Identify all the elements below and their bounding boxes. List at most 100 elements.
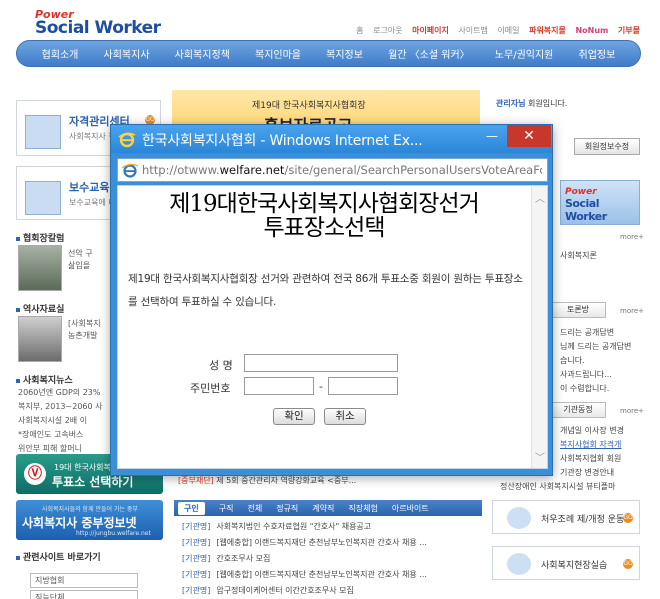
- nav-item-village[interactable]: 복지인마을: [255, 46, 301, 61]
- ordinance-campaign-banner[interactable]: 처우조례 제/개정 운동 GO: [492, 500, 640, 534]
- president-photo: [18, 245, 62, 291]
- utility-links: 홈 로그아웃 마이페이지 사이트맵 이메일 파워복지몰 NoNum 기부몰: [349, 25, 640, 36]
- history-photo: [18, 316, 62, 362]
- center-news-item[interactable]: [중부재단] 제 5회 중간관리자 역량강화교육 <중부...: [178, 475, 356, 486]
- document-icon: [25, 115, 61, 149]
- util-link-mall[interactable]: 파워복지몰: [529, 26, 566, 35]
- nav-item-policy[interactable]: 사회복지정책: [175, 46, 230, 61]
- go-icon[interactable]: GO: [623, 559, 633, 569]
- util-link-sitemap[interactable]: 사이트맵: [458, 26, 487, 35]
- login-status: 관리자님 회원입니다.: [496, 99, 568, 108]
- nav-item-magazine[interactable]: 월간 〈소셜 워커〉: [388, 46, 470, 61]
- resident-number-front-input[interactable]: [244, 377, 314, 395]
- util-link-home[interactable]: 홈: [356, 26, 363, 35]
- list-item[interactable]: *장애인도 고속버스: [18, 428, 118, 442]
- welfare-news-title[interactable]: 사회복지뉴스: [16, 373, 73, 386]
- list-item[interactable]: [기관명] 압구정데이케어센터 이간간호조무사 모집: [182, 583, 482, 599]
- address-bar[interactable]: http://otwww.welfare.net/site/general/Se…: [117, 158, 548, 182]
- list-item[interactable]: 습니다.: [560, 354, 631, 368]
- nav-item-about[interactable]: 협회소개: [42, 46, 79, 61]
- tab-debate[interactable]: 토론방: [550, 302, 606, 318]
- popup-content: 제19대한국사회복지사협회장선거 투표장소선택 제19대 한국사회복지사협회장 …: [117, 185, 548, 469]
- related-sites-title: 관련사이트 바로가기: [16, 550, 101, 563]
- books-icon: [25, 181, 61, 215]
- internet-explorer-icon: [118, 132, 136, 148]
- debate-list: 드리는 공개답변 님께 드리는 공개답변 습니다. 사과드립니다... 이 수렴…: [560, 326, 631, 396]
- list-item[interactable]: 사과드립니다...: [560, 368, 631, 382]
- window-titlebar[interactable]: 한국사회복지사협회 - Windows Internet Ex... — ✕: [111, 125, 552, 153]
- main-nav: 협회소개 사회복지사 사회복지정책 복지인마을 복지정보 월간 〈소셜 워커〉 …: [16, 40, 641, 67]
- list-item[interactable]: [기관명] 사회복지법인 수호자료협원 "간호사" 채용공고: [182, 519, 482, 535]
- list-item[interactable]: [기관명] [웹에충합] 이랜드복지재단 춘천남부노인복지관 간호사 채용 ...: [182, 535, 482, 551]
- list-item[interactable]: 2060년엔 GDP의 23%: [18, 386, 118, 400]
- nav-item-social-worker[interactable]: 사회복지사: [104, 46, 150, 61]
- tab-fulltime[interactable]: 정규직: [276, 503, 298, 514]
- name-input[interactable]: [244, 354, 398, 372]
- org-news-list: 개념일 이사장 변경 복지사협회 자격개 사회복지협회 회원 기관장 변경안내: [560, 424, 624, 480]
- list-item[interactable]: [기관명] [웹에충합] 이랜드복지재단 춘천남부노인복지관 간호사 채용 ...: [182, 567, 482, 583]
- confirm-button[interactable]: 확인: [273, 408, 315, 425]
- resident-number-back-input[interactable]: [328, 377, 398, 395]
- professional-group-select[interactable]: 직능단체: [30, 590, 138, 599]
- list-item[interactable]: 드리는 공개답변: [560, 326, 631, 340]
- jungbu-info-banner[interactable]: 사회복지사들의 함께 만들어 가는 중부 사회복지사 중부정보넷 http://…: [16, 500, 163, 540]
- url-text: http://otwww.welfare.net/site/general/Se…: [142, 163, 542, 177]
- list-item[interactable]: 님께 드리는 공개답변: [560, 340, 631, 354]
- practice-icon: [507, 553, 531, 575]
- go-icon[interactable]: GO: [623, 513, 633, 523]
- util-link-donation[interactable]: 기부몰: [618, 26, 640, 35]
- scroll-up-arrow-icon[interactable]: ︿: [535, 190, 545, 205]
- list-item[interactable]: 사회복지협회 회원: [560, 452, 624, 466]
- edit-member-info-button[interactable]: 회원정보수정: [574, 138, 640, 155]
- tab-job-offer[interactable]: 구인: [178, 501, 205, 515]
- minimize-button[interactable]: —: [479, 125, 505, 147]
- tab-parttime[interactable]: 아르바이트: [392, 503, 429, 514]
- more-link[interactable]: more+: [620, 307, 644, 315]
- list-item[interactable]: [기관명] 간호조무사 모집: [182, 551, 482, 567]
- list-item[interactable]: 복지사협회 자격개: [560, 438, 624, 452]
- scroll-down-arrow-icon[interactable]: ﹀: [535, 449, 545, 464]
- tab-job-seek[interactable]: 구직: [219, 503, 234, 514]
- list-item[interactable]: 이 수렴합니다.: [560, 382, 631, 396]
- util-link-logout[interactable]: 로그아웃: [373, 26, 402, 35]
- site-header: Power Social Worker 홈 로그아웃 마이페이지 사이트맵 이메…: [0, 0, 660, 40]
- power-social-worker-ad[interactable]: Power Social Worker: [560, 180, 640, 225]
- util-link-nonum[interactable]: NoNum: [575, 26, 608, 35]
- page-title: 제19대한국사회복지사협회장선거 투표장소선택: [169, 191, 480, 241]
- more-link[interactable]: more+: [620, 233, 644, 241]
- nav-item-labor[interactable]: 노무/권익지원: [495, 46, 554, 61]
- list-item[interactable]: 사회복지시설 2배 이: [18, 414, 118, 428]
- president-column-title[interactable]: 협회장칼럼: [16, 231, 64, 244]
- list-item[interactable]: 복지부, 2013~2060 사: [18, 400, 118, 414]
- more-link[interactable]: more+: [620, 407, 644, 415]
- tab-all[interactable]: 전체: [247, 503, 262, 514]
- welfare-news-list: 2060년엔 GDP의 23% 복지부, 2013~2060 사 사회복지시설 …: [18, 386, 118, 456]
- close-button[interactable]: ✕: [507, 125, 551, 147]
- vote-check-icon: Ⓥ: [24, 463, 46, 485]
- ie-page-icon: [121, 163, 139, 178]
- vertical-scrollbar[interactable]: ︿ ﹀: [531, 186, 547, 468]
- vote-description: 제19대 한국사회복지사협회장 선거와 관련하여 전국 86개 투표소중 회원이…: [128, 273, 523, 308]
- util-link-mypage[interactable]: 마이페이지: [412, 26, 449, 35]
- list-item[interactable]: 기관장 변경안내: [560, 466, 624, 480]
- resident-number-dash: -: [319, 380, 323, 393]
- name-label: 성 명: [209, 359, 233, 372]
- nav-item-jobs[interactable]: 취업정보: [579, 46, 616, 61]
- window-title: 한국사회복지사협회 - Windows Internet Ex...: [142, 133, 423, 149]
- util-link-email[interactable]: 이메일: [497, 26, 519, 35]
- list-item[interactable]: 정산장애인 사회복지시설 뷰티플마: [500, 480, 616, 494]
- ie-popup-window: 한국사회복지사협회 - Windows Internet Ex... — ✕ h…: [110, 124, 553, 476]
- jobs-list: [기관명] 사회복지법인 수호자료협원 "간호사" 채용공고 [기관명] [웹에충합…: [182, 519, 482, 599]
- list-item[interactable]: 개념일 이사장 변경: [560, 424, 624, 438]
- history-archive-title[interactable]: 역사자료실: [16, 302, 64, 315]
- campaign-icon: [507, 507, 531, 529]
- tab-contract[interactable]: 계약직: [312, 503, 334, 514]
- cancel-button[interactable]: 취소: [324, 408, 366, 425]
- field-practice-banner[interactable]: 사회복지현장실습 GO: [492, 546, 640, 580]
- jobs-tab-bar: 구인 구직 전체 정규직 계약직 직장체험 아르바이트: [174, 500, 482, 516]
- site-logo[interactable]: Power Social Worker: [35, 9, 161, 37]
- regional-association-select[interactable]: 지방협회: [30, 573, 138, 588]
- tab-org-news[interactable]: 기관동정: [550, 402, 606, 418]
- nav-item-info[interactable]: 복지정보: [326, 46, 363, 61]
- tab-experience[interactable]: 직장체험: [348, 503, 377, 514]
